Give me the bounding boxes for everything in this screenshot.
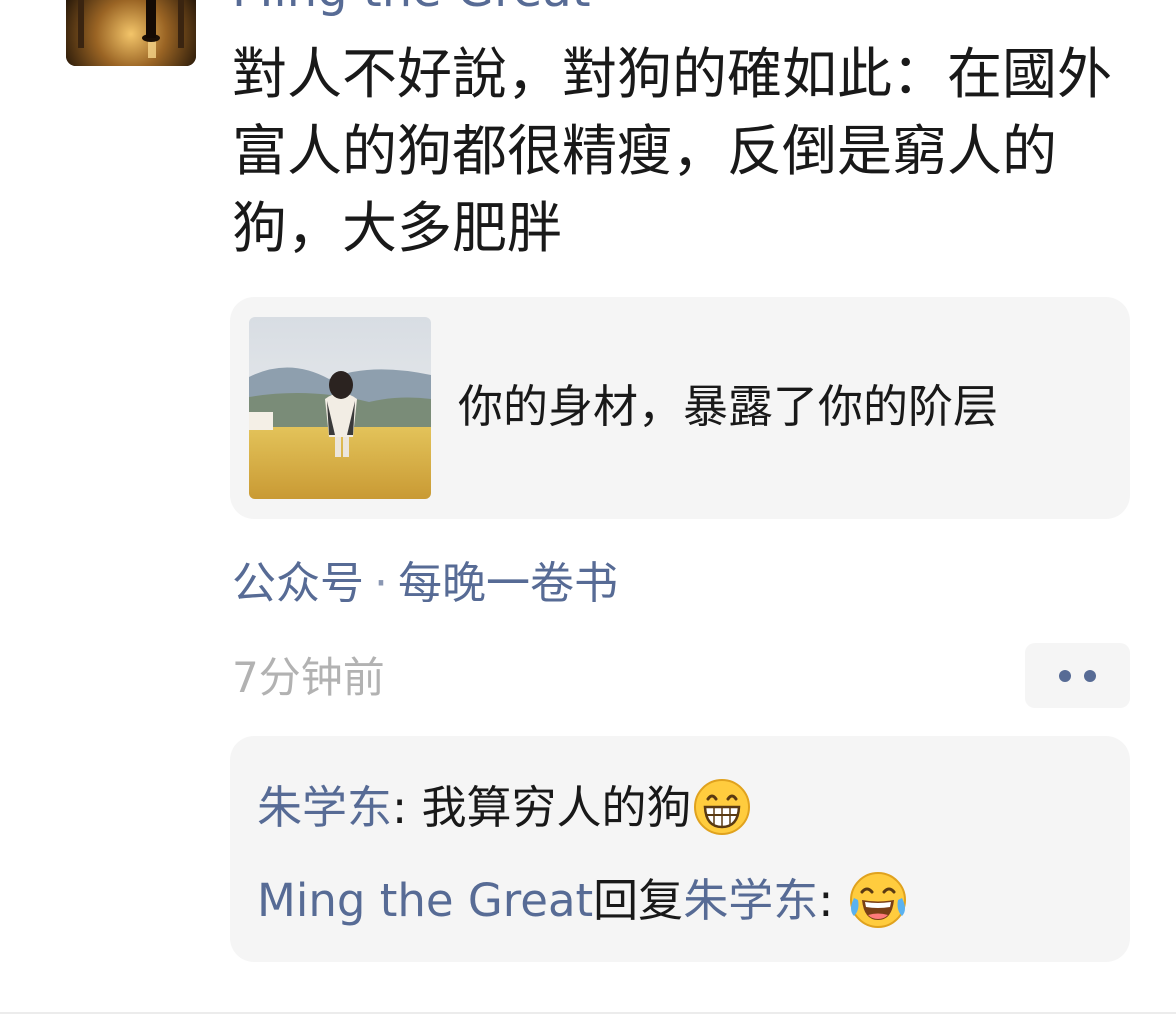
comment-item[interactable]: 朱学东: 我算穷人的狗 (257, 778, 752, 841)
article-thumbnail-image (249, 317, 431, 499)
source-name: 每晚一卷书 (398, 558, 618, 609)
divider (0, 1012, 1176, 1014)
article-source[interactable]: 公众号 · 每晚一卷书 (232, 554, 618, 614)
avatar[interactable] (66, 0, 196, 66)
post-text: 對人不好說，對狗的確如此：在國外富人的狗都很精瘦，反倒是窮人的狗，大多肥胖 (232, 42, 1113, 260)
article-title: 你的身材，暴露了你的阶层 (458, 380, 999, 433)
article-thumbnail (249, 317, 431, 499)
comment-colon: : (392, 781, 422, 834)
comment-item[interactable]: Ming the Great回复朱学东: (257, 871, 908, 934)
more-dot-icon (1059, 670, 1071, 682)
commenter-name[interactable]: Ming the Great (257, 874, 593, 927)
more-actions-button[interactable] (1025, 643, 1130, 708)
source-separator: · (374, 558, 388, 609)
moments-post: Ming the Great 對人不好說，對狗的確如此：在國外富人的狗都很精瘦，… (0, 0, 1176, 1015)
comments-section: 朱学东: 我算穷人的狗 Ming the Great回复朱学东: (230, 736, 1130, 962)
author-name[interactable]: Ming the Great (232, 0, 591, 14)
grinning-face-icon (693, 779, 750, 835)
avatar-image (66, 0, 196, 66)
source-label: 公众号 (232, 558, 364, 609)
reply-word: 回复 (593, 874, 684, 927)
comment-text: 我算穷人的狗 (421, 781, 692, 834)
tears-of-joy-icon (849, 872, 906, 928)
reply-to-name[interactable]: 朱学东 (683, 874, 818, 927)
commenter-name[interactable]: 朱学东 (257, 781, 392, 834)
comment-colon: : (818, 874, 848, 927)
more-dot-icon (1084, 670, 1096, 682)
shared-article-card[interactable]: 你的身材，暴露了你的阶层 (230, 297, 1130, 519)
post-timestamp: 7分钟前 (232, 653, 385, 702)
